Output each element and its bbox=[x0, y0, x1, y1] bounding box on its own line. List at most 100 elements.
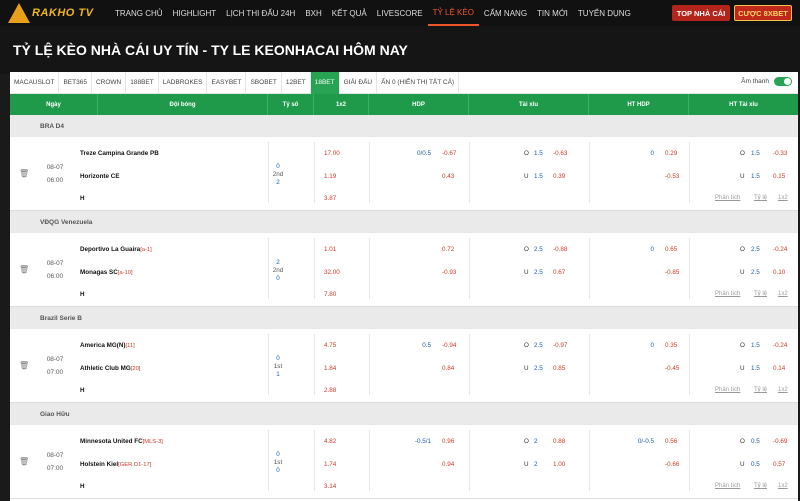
ht-hdp-odds-home[interactable]: 0.56 bbox=[665, 438, 677, 445]
nav-item-5[interactable]: LIVESCORE bbox=[372, 0, 428, 26]
tx-odds-over[interactable]: -0.97 bbox=[553, 342, 567, 349]
odds-1x2[interactable]: 1.74 bbox=[324, 461, 336, 468]
odds-link[interactable]: Tỷ lệ bbox=[754, 387, 767, 393]
col-ht-hdp: HT HDP bbox=[589, 94, 689, 115]
ht-hdp-odds-away[interactable]: -0.53 bbox=[665, 173, 679, 180]
tx-odds-under[interactable]: 0.85 bbox=[553, 365, 565, 372]
ht-hdp-odds-home[interactable]: 0.35 bbox=[665, 342, 677, 349]
nav-item-4[interactable]: KẾT QUẢ bbox=[327, 0, 372, 26]
odds-1x2[interactable]: 3.14 bbox=[324, 483, 336, 490]
match-row: 🗑 08-07 07:00 Minnesota United FC[MLS-3] Hol… bbox=[10, 425, 798, 499]
delete-icon[interactable]: 🗑 bbox=[19, 265, 29, 274]
hdp-odds-home[interactable]: -0.94 bbox=[442, 342, 456, 349]
ht-hdp-odds-away[interactable]: -0.45 bbox=[665, 365, 679, 372]
ht-under-label: U bbox=[740, 461, 745, 468]
nav-item-0[interactable]: TRANG CHỦ bbox=[110, 0, 168, 26]
odds-1x2[interactable]: 1.84 bbox=[324, 365, 336, 372]
tx-odds-under[interactable]: 0.39 bbox=[553, 173, 565, 180]
onextwo-link[interactable]: 1x2 bbox=[778, 291, 788, 297]
nav-item-6[interactable]: TỶ LỆ KÈO bbox=[427, 0, 479, 26]
odds-1x2[interactable]: 7.80 bbox=[324, 291, 336, 298]
tx-odds-over[interactable]: 0.88 bbox=[553, 438, 565, 445]
tx-odds-over[interactable]: -0.88 bbox=[553, 246, 567, 253]
analysis-link[interactable]: Phân tích bbox=[715, 387, 740, 393]
odds-1x2[interactable]: 3.87 bbox=[324, 195, 336, 202]
onextwo-link[interactable]: 1x2 bbox=[778, 483, 788, 489]
hdp-odds-home[interactable]: 0.72 bbox=[442, 246, 454, 253]
bookmaker-tab-0[interactable]: MACAUSLOT bbox=[10, 72, 60, 94]
bookmaker-tab-4[interactable]: LADBROKES bbox=[159, 72, 208, 94]
bookmaker-tab-1[interactable]: BET365 bbox=[59, 72, 92, 94]
ht-hdp-odds-away[interactable]: -0.85 bbox=[665, 269, 679, 276]
sound-toggle[interactable] bbox=[774, 77, 792, 86]
column-divider bbox=[689, 142, 690, 203]
ht-tx-odds-over[interactable]: -0.69 bbox=[773, 438, 787, 445]
match-period: 1st bbox=[273, 459, 283, 466]
delete-icon[interactable]: 🗑 bbox=[19, 457, 29, 466]
hdp-odds-home[interactable]: 0.96 bbox=[442, 438, 454, 445]
odds-link[interactable]: Tỷ lệ bbox=[754, 483, 767, 489]
site-logo[interactable]: RAKHO TV bbox=[0, 0, 110, 26]
bookmaker-tab-2[interactable]: CROWN bbox=[92, 72, 127, 94]
tx-odds-over[interactable]: -0.63 bbox=[553, 150, 567, 157]
ht-hdp-odds-home[interactable]: 0.29 bbox=[665, 150, 677, 157]
bookmaker-tab-6[interactable]: SBOBET bbox=[246, 72, 282, 94]
analysis-link[interactable]: Phân tích bbox=[715, 483, 740, 489]
bet-8xbet-button[interactable]: CƯỢC 8XBET bbox=[734, 5, 792, 21]
delete-icon[interactable]: 🗑 bbox=[19, 361, 29, 370]
analysis-link[interactable]: Phân tích bbox=[715, 195, 740, 201]
odds-1x2[interactable]: 4.75 bbox=[324, 342, 336, 349]
nav-item-3[interactable]: BXH bbox=[300, 0, 326, 26]
hdp-odds-away[interactable]: 0.84 bbox=[442, 365, 454, 372]
onextwo-link[interactable]: 1x2 bbox=[778, 195, 788, 201]
bookmaker-tab-7[interactable]: 12BET bbox=[282, 72, 311, 94]
odds-1x2[interactable]: 4.82 bbox=[324, 438, 336, 445]
bookmaker-tab-3[interactable]: 188BET bbox=[126, 72, 159, 94]
ht-tx-odds-under[interactable]: 0.15 bbox=[773, 173, 785, 180]
ht-hdp-line: 0 bbox=[650, 246, 654, 253]
odds-1x2[interactable]: 1.19 bbox=[324, 173, 336, 180]
ht-tx-odds-over[interactable]: -0.33 bbox=[773, 150, 787, 157]
nav-item-7[interactable]: CẨM NANG bbox=[479, 0, 532, 26]
bookmaker-tab-9[interactable]: GIẢI ĐẤU bbox=[340, 72, 378, 94]
over-label: O bbox=[524, 246, 529, 253]
ht-tx-odds-under[interactable]: 0.57 bbox=[773, 461, 785, 468]
bookmaker-tab-10[interactable]: ẨN 0 (HIỂN THỊ TẤT CẢ) bbox=[377, 72, 460, 94]
score-away: 1 bbox=[276, 371, 280, 378]
odds-1x2[interactable]: 2.88 bbox=[324, 387, 336, 394]
bookmaker-tab-8[interactable]: 18BET bbox=[310, 72, 340, 94]
ht-tx-odds-under[interactable]: 0.10 bbox=[773, 269, 785, 276]
bookmaker-tabs: MACAUSLOT BET365 CROWN 188BET LADBROKES EASYB… bbox=[10, 72, 798, 94]
ht-tx-odds-under[interactable]: 0.14 bbox=[773, 365, 785, 372]
delete-icon[interactable]: 🗑 bbox=[19, 169, 29, 178]
draw-label: H bbox=[80, 195, 85, 202]
score-home: 0 bbox=[276, 451, 280, 458]
tx-odds-under[interactable]: 1.00 bbox=[553, 461, 565, 468]
tx-odds-under[interactable]: 0.67 bbox=[553, 269, 565, 276]
hdp-odds-away[interactable]: 0.43 bbox=[442, 173, 454, 180]
column-divider bbox=[268, 142, 269, 203]
odds-1x2[interactable]: 17.00 bbox=[324, 150, 340, 157]
nav-item-2[interactable]: LỊCH THI ĐẤU 24H bbox=[221, 0, 300, 26]
top-bookmaker-button[interactable]: TOP NHÀ CÁI bbox=[672, 5, 730, 21]
onextwo-link[interactable]: 1x2 bbox=[778, 387, 788, 393]
hdp-odds-away[interactable]: -0.93 bbox=[442, 269, 456, 276]
odds-1x2[interactable]: 1.01 bbox=[324, 246, 336, 253]
col-ht-over-under: HT Tài xỉu bbox=[729, 101, 758, 108]
odds-link[interactable]: Tỷ lệ bbox=[754, 291, 767, 297]
hdp-odds-home[interactable]: -0.67 bbox=[442, 150, 456, 157]
bookmaker-tab-5[interactable]: EASYBET bbox=[207, 72, 247, 94]
nav-item-1[interactable]: HIGHLIGHT bbox=[168, 0, 222, 26]
odds-1x2[interactable]: 32.00 bbox=[324, 269, 340, 276]
ht-hdp-line: 0 bbox=[650, 342, 654, 349]
nav-item-8[interactable]: TIN MỚI bbox=[532, 0, 573, 26]
analysis-link[interactable]: Phân tích bbox=[715, 291, 740, 297]
hdp-odds-away[interactable]: 0.94 bbox=[442, 461, 454, 468]
ht-tx-odds-over[interactable]: -0.24 bbox=[773, 246, 787, 253]
odds-link[interactable]: Tỷ lệ bbox=[754, 195, 767, 201]
ht-tx-odds-over[interactable]: -0.24 bbox=[773, 342, 787, 349]
match-date: 08-07 bbox=[46, 452, 64, 459]
ht-hdp-odds-home[interactable]: 0.65 bbox=[665, 246, 677, 253]
ht-hdp-odds-away[interactable]: -0.66 bbox=[665, 461, 679, 468]
nav-item-9[interactable]: TUYỂN DỤNG bbox=[573, 0, 636, 26]
